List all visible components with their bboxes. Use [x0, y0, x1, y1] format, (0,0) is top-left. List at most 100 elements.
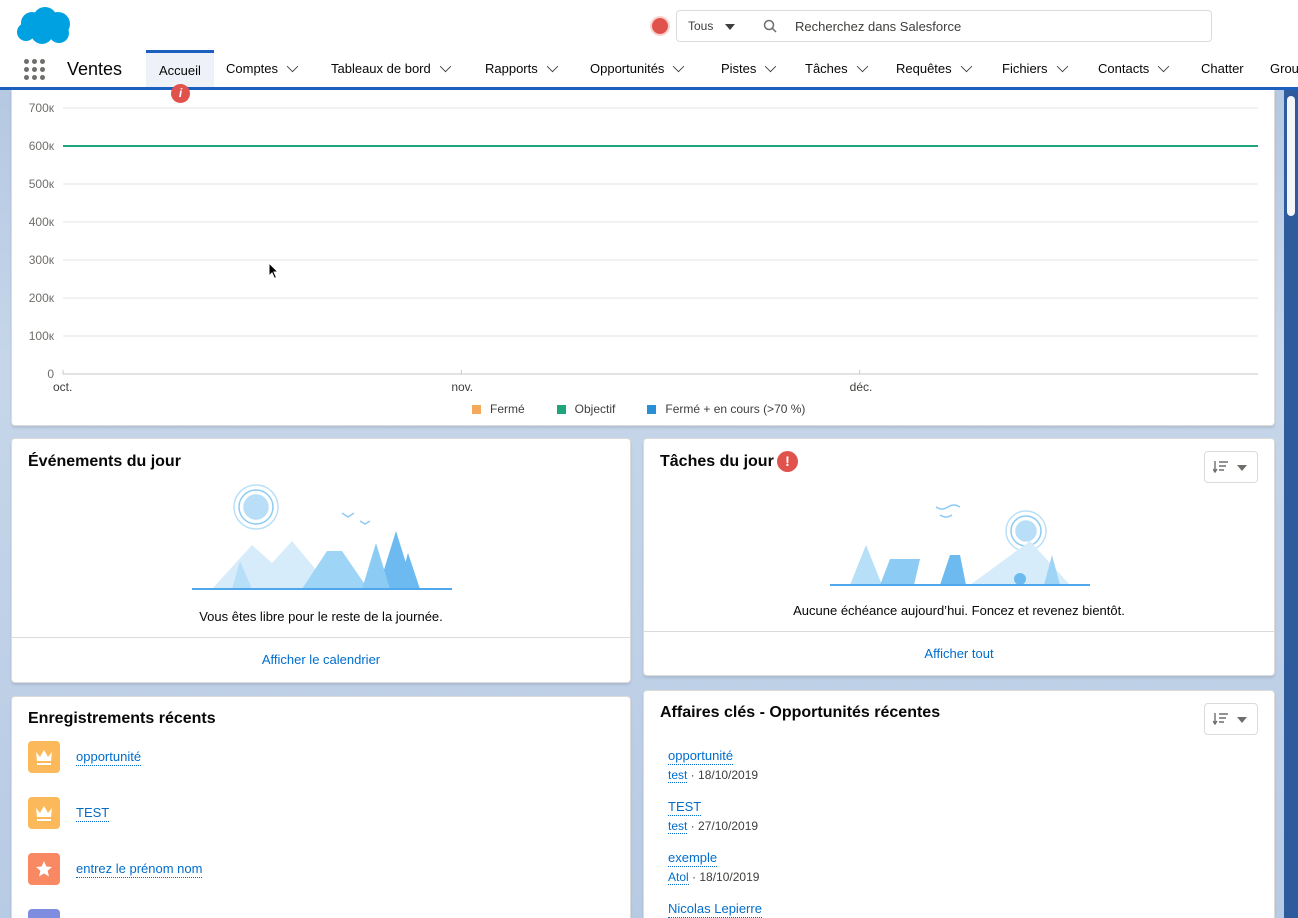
y-tick-label: 0	[47, 367, 54, 381]
chevron-down-icon[interactable]	[1158, 60, 1170, 73]
view-calendar-link[interactable]: Afficher le calendrier	[262, 652, 380, 667]
tab-fichiers[interactable]: Fichiers	[1002, 50, 1068, 87]
legend-label: Fermé + en cours (>70 %)	[665, 402, 806, 416]
tab-groupes[interactable]: Grou	[1270, 50, 1298, 87]
deal-name-link[interactable]: Nicolas Lepierre	[668, 901, 762, 918]
tab-label: Fichiers	[1002, 61, 1048, 76]
page-scrollbar[interactable]	[1284, 90, 1298, 918]
search-scope-label: Tous	[688, 19, 714, 33]
tab-comptes[interactable]: Comptes	[226, 50, 299, 87]
app-name: Ventes	[67, 59, 123, 79]
chevron-down-icon[interactable]	[960, 60, 972, 73]
legend-item-ferme-en-cours[interactable]: Fermé + en cours (>70 %)	[647, 402, 805, 416]
deal-account-link[interactable]: Atol	[668, 870, 689, 885]
chevron-down-icon[interactable]	[546, 60, 558, 73]
x-tick-label: oct.	[53, 380, 72, 394]
recent-record-item[interactable]	[28, 908, 76, 918]
crown-icon	[28, 741, 60, 773]
events-empty-message: Vous êtes libre pour le reste de la jour…	[199, 609, 443, 624]
crown-icon	[28, 797, 60, 829]
deal-date: 18/10/2019	[698, 768, 759, 782]
recent-record-link[interactable]: entrez le prénom nom	[76, 861, 203, 878]
legend-swatch	[647, 404, 657, 414]
performance-chart-card: 0 100к 200к 300к 400к 500к 600к 700к oct. nov. déc…	[11, 90, 1275, 426]
tab-requetes[interactable]: Requêtes	[896, 50, 972, 87]
x-tick-label: déc.	[850, 380, 873, 394]
tab-label: Contacts	[1098, 61, 1150, 76]
recent-record-link[interactable]: opportunité	[76, 749, 142, 766]
recent-record-link[interactable]: TEST	[76, 805, 110, 822]
deal-item: exemple Atol · 18/10/2019	[668, 850, 760, 885]
deal-account-link[interactable]: test	[668, 819, 688, 834]
deal-meta: test · 18/10/2019	[668, 768, 759, 783]
deal-item: Nicolas Lepierre	[668, 901, 762, 918]
lead-star-icon	[28, 853, 60, 885]
tasks-card: Tâches du jour ! Aucune échéance aujourd…	[643, 438, 1275, 676]
home-notification-badge: i	[171, 84, 190, 103]
sort-icon	[1213, 713, 1228, 725]
search-scope-select[interactable]: Tous	[676, 10, 746, 42]
setup-assistant-icon[interactable]	[650, 16, 670, 36]
tab-chatter[interactable]: Chatter	[1201, 50, 1244, 87]
tab-taches[interactable]: Tâches	[805, 50, 868, 87]
tab-label: Requêtes	[896, 61, 952, 76]
chevron-down-icon[interactable]	[673, 60, 685, 73]
tab-label: Grou	[1270, 61, 1298, 76]
tasks-footer: Afficher tout	[644, 631, 1274, 675]
recent-record-item[interactable]: TEST	[28, 796, 110, 830]
legend-swatch	[472, 404, 481, 414]
chevron-down-icon[interactable]	[439, 60, 451, 73]
chevron-down-icon[interactable]	[1056, 60, 1068, 73]
deal-meta: Atol · 18/10/2019	[668, 870, 760, 885]
tab-contacts[interactable]: Contacts	[1098, 50, 1170, 87]
scrollbar-thumb[interactable]	[1287, 96, 1295, 216]
chevron-down-icon[interactable]	[856, 60, 868, 73]
deal-item: TEST test · 27/10/2019	[668, 799, 758, 834]
tab-tableaux-de-bord[interactable]: Tableaux de bord	[331, 50, 451, 87]
tasks-filter-button[interactable]	[1204, 451, 1258, 483]
deal-name-link[interactable]: exemple	[668, 850, 718, 867]
y-tick-label: 600к	[29, 139, 55, 153]
app-launcher-icon[interactable]	[24, 59, 46, 81]
legend-swatch	[556, 404, 566, 414]
chevron-down-icon[interactable]	[286, 60, 299, 73]
key-deals-card: Affaires clés - Opportunités récentes op…	[643, 690, 1275, 918]
tab-label: Chatter	[1201, 61, 1244, 76]
chart-legend: Fermé Objectif Fermé + en cours (>70 %)	[472, 402, 805, 416]
tab-rapports[interactable]: Rapports	[485, 50, 558, 87]
global-search[interactable]	[745, 10, 1212, 42]
legend-label: Objectif	[574, 402, 616, 416]
mouse-cursor-icon	[268, 262, 280, 280]
key-deals-title: Affaires clés - Opportunités récentes	[660, 704, 941, 721]
camping-illustration	[192, 484, 452, 590]
tab-opportunites[interactable]: Opportunités	[590, 50, 685, 87]
events-card: Événements du jour Vous êtes libre pour …	[11, 438, 631, 683]
global-header: Tous	[0, 0, 1298, 50]
tab-label: Tâches	[805, 61, 848, 76]
legend-item-objectif[interactable]: Objectif	[556, 402, 616, 416]
legend-item-ferme[interactable]: Fermé	[472, 402, 525, 416]
app-nav-bar: Ventes Accueil Comptes Tableaux de bord …	[0, 50, 1298, 90]
performance-chart: 0 100к 200к 300к 400к 500к 600к 700к oct. nov. déc…	[29, 101, 1258, 394]
chevron-down-icon[interactable]	[765, 60, 777, 73]
y-tick-label: 300к	[29, 253, 55, 267]
y-tick-label: 400к	[29, 215, 55, 229]
deal-name-link[interactable]: TEST	[668, 799, 702, 816]
tab-label: Tableaux de bord	[331, 61, 431, 76]
view-all-tasks-link[interactable]: Afficher tout	[924, 646, 993, 661]
record-icon	[28, 909, 60, 918]
tab-accueil[interactable]: Accueil	[146, 50, 214, 87]
salesforce-logo[interactable]	[14, 6, 74, 46]
recent-record-item[interactable]: entrez le prénom nom	[28, 852, 203, 886]
deals-filter-button[interactable]	[1204, 703, 1258, 735]
deal-name-link[interactable]: opportunité	[668, 748, 734, 765]
recent-record-item[interactable]: opportunité	[28, 740, 142, 774]
sort-icon	[1213, 461, 1228, 473]
chevron-down-icon	[1237, 717, 1247, 723]
deal-account-link[interactable]: test	[668, 768, 688, 783]
search-input[interactable]	[795, 18, 1195, 34]
tasks-empty-message: Aucune échéance aujourd’hui. Foncez et r…	[793, 603, 1125, 618]
tab-pistes[interactable]: Pistes	[721, 50, 777, 87]
y-tick-label: 500к	[29, 177, 55, 191]
tab-label: Accueil	[159, 62, 201, 78]
